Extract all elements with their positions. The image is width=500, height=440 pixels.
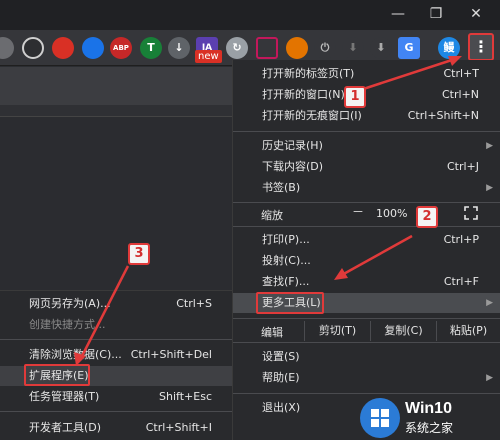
arrow-1-head: [448, 56, 462, 66]
step-marker-2: 2: [416, 206, 438, 228]
watermark-title: Win10: [405, 400, 452, 417]
watermark-subtitle: 系统之家: [405, 421, 454, 435]
watermark: Win10 系统之家: [360, 398, 496, 438]
arrow-3: [78, 265, 130, 361]
step-marker-3: 3: [128, 243, 150, 265]
arrow-2: [339, 234, 413, 278]
step-marker-1: 1: [344, 86, 366, 108]
windows-logo-icon: [360, 398, 400, 438]
